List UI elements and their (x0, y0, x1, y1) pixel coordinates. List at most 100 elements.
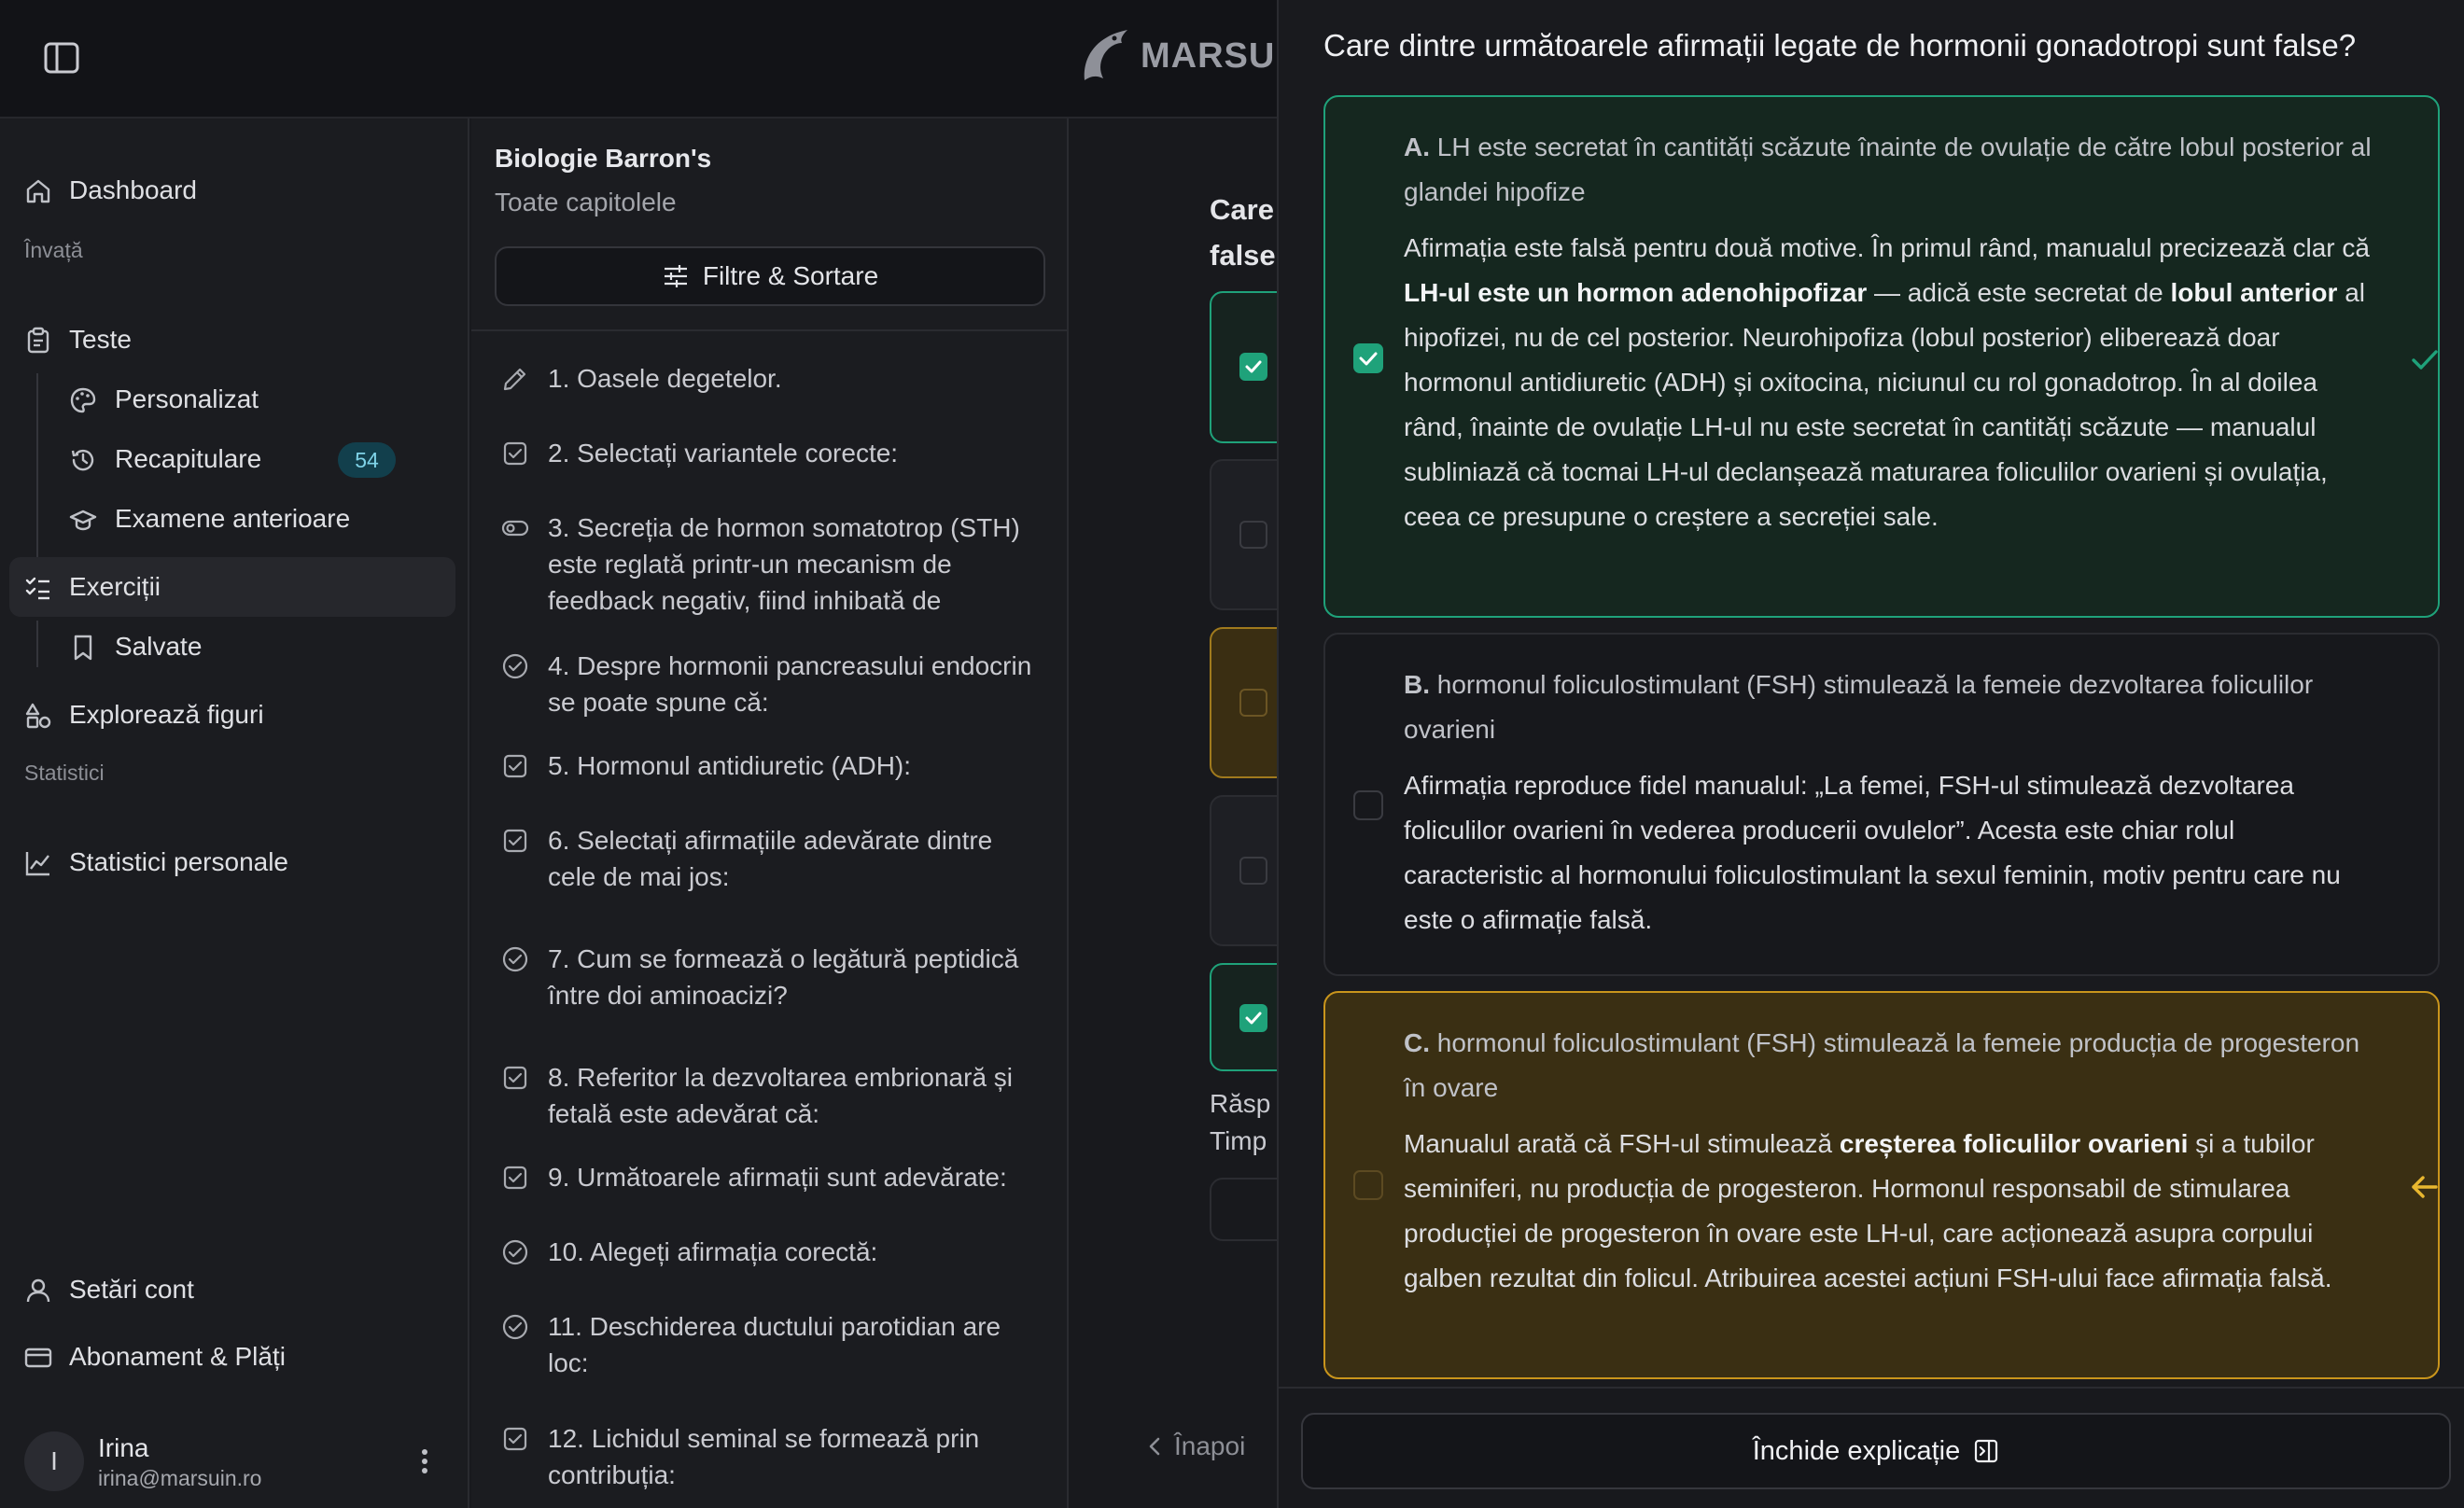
check-icon (1359, 352, 1378, 366)
time-label-partial: Timp (1210, 1126, 1267, 1155)
arrow-left-icon (2412, 1176, 2438, 1198)
explanation-emphasis: creșterea foliculilor ovarieni (1839, 1129, 2189, 1158)
sidebar-item-setari-cont[interactable]: Setări cont (9, 1260, 455, 1320)
explanation-question: Care dintre următoarele afirmații legate… (1323, 28, 2357, 63)
question-list-item[interactable]: 5. Hormonul antidiuretic (ADH): (501, 747, 1043, 789)
sidebar-item-label: Examene anterioare (115, 504, 351, 533)
question-list-item[interactable]: 11. Deschiderea ductului parotidian are … (501, 1308, 1043, 1383)
sidebar-item-exploreaza-figuri[interactable]: Explorează figuri (9, 685, 455, 745)
sidebar-item-label: Dashboard (69, 175, 197, 204)
sidebar: Dashboard Învață Teste Personalizat Reca… (0, 119, 469, 1508)
sidebar-item-label: Personalizat (115, 384, 259, 413)
question-list-item[interactable]: 6. Selectați afirmațiile adevărate dintr… (501, 822, 1043, 897)
question-list-item[interactable]: 8. Referitor la dezvoltarea embrionară ș… (501, 1059, 1043, 1134)
sidebar-toggle-icon[interactable] (43, 41, 80, 75)
palette-icon (70, 387, 96, 413)
sidebar-item-exercitii[interactable]: Exerciții (9, 557, 455, 617)
option-letter: C. (1404, 1028, 1430, 1057)
user-email: irina@marsuin.ro (98, 1466, 262, 1490)
sidebar-item-label: Explorează figuri (69, 700, 264, 729)
check-square-icon (503, 829, 527, 853)
explanation-emphasis: LH-ul este un hormon adenohipofizar (1404, 278, 1868, 307)
close-explanation-button[interactable]: Închide explicație (1301, 1413, 2451, 1489)
back-button[interactable]: Înapoi (1146, 1431, 1245, 1461)
home-icon (26, 179, 50, 203)
question-list-item[interactable]: 1. Oasele degetelor. (501, 360, 1043, 401)
question-list-item-text: 7. Cum se formează o legătură peptidică … (548, 944, 1019, 1010)
more-vertical-icon[interactable] (411, 1445, 439, 1478)
question-list-item-text: 10. Alegeți afirmația corectă: (548, 1237, 878, 1266)
option-statement: C. hormonul foliculostimulant (FSH) stim… (1404, 1021, 2374, 1110)
sidebar-item-teste[interactable]: Teste (9, 310, 455, 370)
option-checkbox[interactable] (1239, 857, 1267, 885)
top-bar: MARSUIN (0, 0, 1311, 119)
question-list-panel: Biologie Barron's Toate capitolele Filtr… (471, 119, 1069, 1508)
question-list-item-text: 4. Despre hormonii pancreasului endocrin… (548, 651, 1032, 717)
explanation-drawer: Care dintre următoarele afirmații legate… (1277, 0, 2464, 1508)
option-statement-text: hormonul foliculostimulant (FSH) stimule… (1404, 670, 2314, 744)
section-label-stats: Statistici (24, 761, 105, 785)
user-profile[interactable]: I Irina irina@marsuin.ro (0, 1415, 469, 1508)
question-list-item[interactable]: 12. Lichidul seminal se formează prin co… (501, 1420, 1043, 1495)
sidebar-item-personalizat[interactable]: Personalizat (9, 370, 455, 429)
option-checkbox[interactable] (1239, 689, 1267, 717)
question-list-item-text: 11. Deschiderea ductului parotidian are … (548, 1312, 1001, 1377)
option-content: B. hormonul foliculostimulant (FSH) stim… (1404, 663, 2374, 942)
avatar: I (24, 1431, 84, 1491)
option-statement: B. hormonul foliculostimulant (FSH) stim… (1404, 663, 2374, 752)
sidebar-item-label: Statistici personale (69, 847, 289, 876)
check-circle-icon (502, 653, 528, 679)
check-circle-icon (502, 1239, 528, 1265)
question-list-item[interactable]: 3. Secreția de hormon somatotrop (STH) e… (501, 510, 1043, 621)
option-explanation: Manualul arată că FSH-ul stimulează creș… (1404, 1122, 2374, 1301)
question-list-item[interactable]: 9. Următoarele afirmații sunt adevărate: (501, 1159, 1043, 1200)
option-explanation: Afirmația este falsă pentru două motive.… (1404, 226, 2374, 539)
option-checkbox[interactable] (1239, 521, 1267, 549)
sidebar-item-recapitulare[interactable]: Recapitulare 54 (9, 429, 455, 489)
filter-sort-button[interactable]: Filtre & Sortare (495, 246, 1045, 306)
explanation-text: al hipofizei, nu de cel posterior. Neuro… (1404, 278, 2365, 531)
drawer-footer: Închide explicație (1279, 1387, 2464, 1508)
option-statement-text: LH este secretat în cantități scăzute în… (1404, 133, 2372, 206)
graduation-cap-icon (69, 510, 97, 531)
answer-label-partial: Răsp (1210, 1089, 1271, 1118)
divider (471, 329, 1069, 331)
explanation-option-c: C. hormonul foliculostimulant (FSH) stim… (1323, 991, 2440, 1379)
close-explanation-label: Închide explicație (1752, 1435, 1961, 1466)
sidebar-item-examene-anterioare[interactable]: Examene anterioare (9, 489, 455, 549)
panel-close-icon (1975, 1439, 1998, 1463)
user-name: Irina (98, 1433, 149, 1462)
sidebar-item-statistici-personale[interactable]: Statistici personale (9, 832, 455, 892)
sidebar-item-dashboard[interactable]: Dashboard (9, 161, 455, 220)
option-letter: A. (1404, 133, 1430, 161)
option-checkbox-checked[interactable] (1353, 343, 1383, 373)
option-checkbox[interactable] (1353, 1170, 1383, 1200)
option-checkbox[interactable] (1239, 1004, 1267, 1032)
sidebar-item-label: Exerciții (69, 572, 161, 601)
option-letter: B. (1404, 670, 1430, 699)
question-list-item-text: 12. Lichidul seminal se formează prin co… (548, 1424, 980, 1489)
question-list-item[interactable]: 7. Cum se formează o legătură peptidică … (501, 941, 1043, 1015)
check-circle-icon (502, 1314, 528, 1340)
sidebar-item-abonament-plati[interactable]: Abonament & Plăți (9, 1327, 455, 1387)
course-subtitle: Toate capitolele (495, 188, 677, 216)
question-list-item[interactable]: 10. Alegeți afirmația corectă: (501, 1234, 1043, 1275)
check-circle-icon (502, 946, 528, 972)
question-list-item-text: 5. Hormonul antidiuretic (ADH): (548, 751, 912, 780)
check-icon (1245, 360, 1262, 373)
count-badge: 54 (338, 442, 396, 478)
question-list-item-text: 3. Secreția de hormon somatotrop (STH) e… (548, 513, 1020, 615)
question-list-item[interactable]: 4. Despre hormonii pancreasului endocrin… (501, 648, 1043, 722)
course-title: Biologie Barron's (495, 144, 712, 173)
check-square-icon (503, 1066, 527, 1090)
option-checkbox[interactable] (1353, 790, 1383, 820)
option-checkbox[interactable] (1239, 353, 1267, 381)
explanation-option-a: A. LH este secretat în cantități scăzute… (1323, 95, 2440, 618)
check-square-icon (503, 441, 527, 466)
sidebar-item-salvate[interactable]: Salvate (9, 617, 455, 677)
explanation-text: Afirmația este falsă pentru două motive.… (1404, 233, 2370, 262)
back-label: Înapoi (1174, 1431, 1246, 1460)
question-list-item[interactable]: 2. Selectați variantele corecte: (501, 435, 1043, 476)
shapes-icon (25, 703, 51, 729)
explanation-emphasis: lobul anterior (2170, 278, 2338, 307)
